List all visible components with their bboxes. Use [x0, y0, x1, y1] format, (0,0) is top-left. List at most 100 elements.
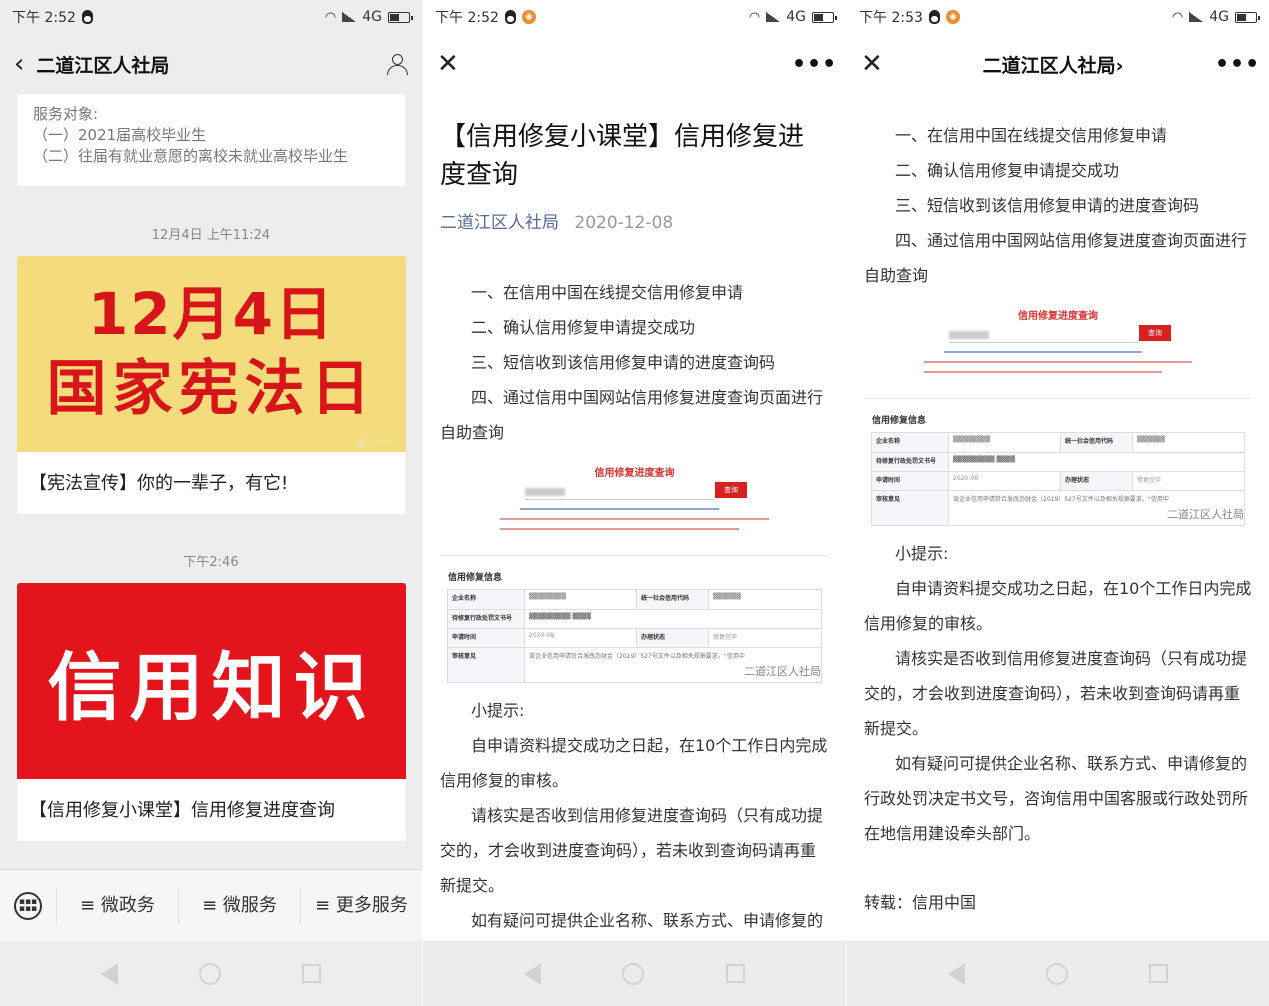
more-options-icon[interactable]: ••• [1215, 52, 1259, 77]
table-cell: 待修复行政处罚文书号 [872, 453, 948, 471]
battery-icon [388, 11, 413, 23]
system-home-icon[interactable] [1045, 962, 1068, 985]
system-back-icon[interactable] [523, 962, 541, 985]
system-nav-bar [847, 941, 1269, 1006]
image-table-caption: 信用修复信息 [448, 573, 503, 583]
table-cell: 企业名称 [448, 590, 524, 609]
system-recents-icon[interactable] [726, 964, 746, 983]
article-caption: 【宪法宣传】你的一辈子，有它! [29, 473, 289, 494]
step-item: 四、通过信用中国网站信用修复进度查询页面进行自助查询 [440, 388, 824, 442]
source-note: 转载：信用中国 [864, 893, 977, 912]
table-cell: 2020-08 [948, 472, 1060, 490]
system-recents-icon[interactable] [302, 964, 322, 983]
article-body[interactable]: 【信用修复小课堂】信用修复进度查询 二道江区人社局 2020-12-08 一、在… [423, 94, 846, 941]
article-body[interactable]: 一、在信用中国在线提交信用修复申请 二、确认信用修复申请提交成功 三、短信收到该… [847, 94, 1269, 941]
system-recents-icon[interactable] [1149, 964, 1169, 983]
qq-icon [504, 10, 516, 24]
article-screenshot-image[interactable]: 信用修复进度查询 查询 信用修复信息 企业名称 ▓▓▓▓▓▓▓▓ 统一社会信用代码 ▓… [440, 462, 829, 683]
service-line: （二）往届有就业意愿的离校未就业高校毕业生 [33, 147, 349, 165]
article-card-constitution[interactable]: 12月4日 国家宪法日 ◎ ······· 【宪法宣传】你的一辈子，有它! [17, 256, 406, 514]
service-line: 服务对象: [33, 105, 99, 123]
official-account-menu: ▪▪▪ ▪▪▪ ≡ 微政务 ≡ 微服务 ≡ 更多服务 [0, 869, 422, 941]
tip-paragraph: 如有疑问可提供企业名称、联系方式、申请修复的行政处罚决定书文号，咨询信用中国客服… [864, 754, 1249, 843]
article-meta: 二道江区人社局 2020-12-08 [440, 208, 829, 233]
phone-article-screen: 下午 2:52 ◉ ◠ 4G ✕ ••• 【信用修复小课堂】信用修复进度查询 二… [423, 0, 846, 1006]
table-cell: 办理状态 [636, 629, 708, 647]
banner-date: 12月4日 [87, 280, 336, 348]
system-back-icon[interactable] [100, 962, 118, 985]
constitution-day-banner: 12月4日 国家宪法日 ◎ ······· [17, 256, 406, 452]
image-table-caption: 信用修复信息 [872, 416, 927, 426]
table-cell: 企业名称 [872, 433, 948, 452]
publish-date: 2020-12-08 [574, 213, 674, 233]
step-item: 二、确认信用修复申请提交成功 [471, 318, 696, 337]
message-timestamp: 下午2:46 [183, 555, 239, 570]
message-timestamp: 12月4日 上午11:24 [151, 228, 271, 243]
table-cell: 申请时间 [872, 472, 948, 490]
network-type: 4G [362, 9, 382, 25]
battery-icon [1235, 11, 1260, 23]
article-navbar: ✕ 二道江区人社局› ••• [847, 34, 1269, 94]
image-search-title: 信用修复进度查询 [594, 468, 675, 479]
table-cell: 待修复行政处罚文书号 [448, 610, 524, 628]
status-bar: 下午 2:53 ◉ ◠ 4G [847, 0, 1269, 34]
step-item: 四、通过信用中国网站信用修复进度查询页面进行自助查询 [864, 231, 1248, 285]
table-cell: 申请时间 [448, 629, 524, 647]
article-navbar: ✕ ••• [423, 34, 846, 94]
system-home-icon[interactable] [198, 962, 221, 985]
table-cell: 办理状态 [1060, 472, 1132, 490]
status-time: 下午 2:52 [12, 10, 76, 26]
step-item: 三、短信收到该信用修复申请的进度查询码 [471, 353, 776, 372]
table-cell: 修复完毕 [1132, 472, 1244, 490]
account-title-link[interactable]: 二道江区人社局› [891, 51, 1215, 78]
article-caption: 【信用修复小课堂】信用修复进度查询 [29, 800, 335, 821]
back-icon[interactable]: ‹ [14, 49, 24, 79]
step-item: 一、在信用中国在线提交信用修复申请 [895, 126, 1168, 145]
status-time: 下午 2:52 [435, 10, 499, 26]
tip-paragraph: 自申请资料提交成功之日起，在10个工作日内完成信用修复的审核。 [864, 579, 1252, 633]
network-type: 4G [786, 9, 806, 25]
network-type: 4G [1209, 9, 1229, 25]
chat-navbar: ‹ 二道江区人社局 [0, 34, 422, 94]
menu-item-micro-service[interactable]: ≡ 微服务 [178, 887, 300, 924]
step-item: 一、在信用中国在线提交信用修复申请 [471, 283, 744, 302]
banner-title: 国家宪法日 [46, 354, 377, 424]
service-line: （一）2021届高校毕业生 [33, 126, 207, 144]
table-cell: 统一社会信用代码 [636, 590, 708, 609]
system-back-icon[interactable] [947, 962, 965, 985]
tip-paragraph: 请核实是否收到信用修复进度查询码（只有成功提交的，才会收到进度查询码），若未收到… [440, 806, 824, 895]
close-icon[interactable]: ✕ [437, 49, 467, 79]
banner-title: 信用知识 [47, 644, 376, 731]
more-options-icon[interactable]: ••• [792, 52, 836, 77]
wifi-icon: ◠ [748, 9, 761, 25]
status-bar: 下午 2:52 ◠ 4G [0, 0, 422, 34]
phone-chat-screen: 下午 2:52 ◠ 4G ‹ 二道江区人社局 服务对象: （一）2021届高校毕… [0, 0, 422, 1006]
image-watermark: 二道江区人社局 [744, 665, 821, 678]
service-message-card[interactable]: 服务对象: （一）2021届高校毕业生 （二）往届有就业意愿的离校未就业高校毕业… [17, 94, 406, 186]
menu-item-more-services[interactable]: ≡ 更多服务 [300, 887, 422, 924]
system-nav-bar [423, 941, 846, 1006]
signal-icon [342, 12, 357, 22]
user-profile-icon[interactable] [386, 53, 408, 75]
step-item: 二、确认信用修复申请提交成功 [895, 161, 1120, 180]
article-screenshot-image[interactable]: 信用修复进度查询 查询 信用修复信息 企业名称 ▓▓▓▓▓▓▓▓ 统一社会信用代码 ▓… [864, 305, 1252, 526]
wifi-icon: ◠ [324, 9, 337, 25]
qq-icon [928, 10, 940, 24]
table-cell: 统一社会信用代码 [1060, 433, 1132, 452]
close-icon[interactable]: ✕ [861, 49, 891, 79]
status-time: 下午 2:53 [859, 10, 923, 26]
repair-info-table-image: 信用修复信息 企业名称 ▓▓▓▓▓▓▓▓ 统一社会信用代码 ▓▓▓▓▓▓ 待修复行政处… [440, 570, 829, 683]
tip-title: 小提示: [895, 544, 949, 563]
table-cell: 2020-08 [524, 629, 636, 647]
article-title: 【信用修复小课堂】信用修复进度查询 [440, 122, 805, 190]
system-home-icon[interactable] [622, 962, 645, 985]
tip-paragraph: 自申请资料提交成功之日起，在10个工作日内完成信用修复的审核。 [440, 736, 828, 790]
image-query-button: 查询 [1139, 325, 1171, 341]
menu-item-micro-government[interactable]: ≡ 微政务 [56, 887, 178, 924]
keyboard-toggle-button[interactable]: ▪▪▪ ▪▪▪ [0, 891, 56, 920]
account-link[interactable]: 二道江区人社局 [440, 213, 559, 233]
image-watermark: 二道江区人社局 [1167, 508, 1244, 521]
article-card-credit[interactable]: 信用知识 【信用修复小课堂】信用修复进度查询 [17, 583, 406, 841]
query-form-image: 信用修复进度查询 查询 [864, 305, 1252, 399]
credit-knowledge-banner: 信用知识 [17, 583, 406, 779]
